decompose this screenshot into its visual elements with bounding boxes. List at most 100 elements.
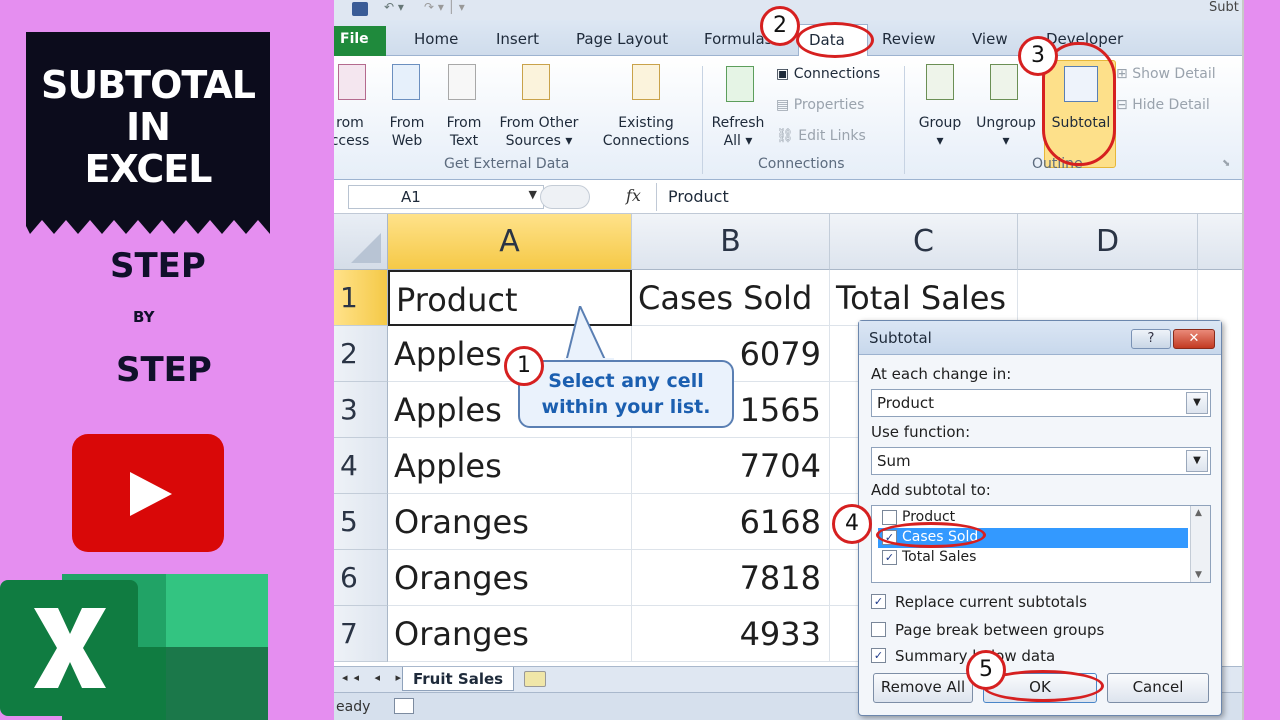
cell-a6[interactable]: Oranges (388, 550, 632, 606)
new-sheet-icon[interactable] (524, 671, 546, 687)
promo-title-line: SUBTOTAL (40, 63, 256, 107)
column-header-b[interactable]: B (632, 214, 830, 270)
cell-b7[interactable]: 4933 (632, 606, 830, 662)
tab-insert[interactable]: Insert (496, 30, 539, 48)
checkbox-product[interactable] (882, 510, 897, 525)
formula-separator (656, 183, 657, 211)
cell-a7[interactable]: Oranges (388, 606, 632, 662)
refresh-line2: All ▾ (723, 133, 753, 149)
cell-a5[interactable]: Oranges (388, 494, 632, 550)
column-header-a[interactable]: A (388, 214, 632, 270)
existing-connections-button[interactable]: Existing Connections (596, 114, 696, 150)
tab-view[interactable]: View (972, 30, 1008, 48)
from-text-button[interactable]: From Text (438, 114, 490, 150)
from-other-sources-button[interactable]: From Other Sources ▾ (494, 114, 584, 150)
tab-file[interactable]: File (334, 26, 386, 56)
row-header-1[interactable]: 1 (334, 270, 388, 326)
connections-button[interactable]: ▣ Connections (776, 66, 880, 82)
callout-pointer (564, 306, 614, 364)
tab-home[interactable]: Home (414, 30, 458, 48)
refresh-line1: Refresh (711, 115, 765, 131)
from-access-button[interactable]: rom ccess (334, 114, 372, 150)
undo-icon[interactable]: ↶ ▾ (384, 0, 404, 14)
column-header-d[interactable]: D (1018, 214, 1198, 270)
column-header-c[interactable]: C (830, 214, 1018, 270)
cell-d1[interactable] (1018, 270, 1198, 326)
cell-c1[interactable]: Total Sales (830, 270, 1018, 326)
youtube-icon[interactable] (72, 434, 224, 552)
formula-input[interactable]: Product (668, 187, 729, 206)
at-each-change-label: At each change in: (871, 365, 1012, 383)
properties-button[interactable]: ▤ Properties (776, 97, 864, 113)
cases-sold-highlight-ring (876, 522, 986, 548)
save-icon[interactable] (352, 2, 368, 16)
text-file-icon (448, 64, 476, 100)
sheet-tab-fruit-sales[interactable]: Fruit Sales (402, 667, 514, 691)
tab-page-layout[interactable]: Page Layout (576, 30, 668, 48)
scroll-down-icon[interactable]: ▼ (1195, 570, 1202, 580)
step-word-bottom: STEP (116, 350, 212, 390)
help-icon[interactable]: ? (1131, 329, 1171, 349)
chevron-down-icon[interactable]: ▼ (1186, 392, 1208, 414)
zigzag-edge (26, 218, 270, 234)
replace-current-label: Replace current subtotals (895, 593, 1087, 611)
refresh-icon (726, 66, 754, 102)
checkbox-page-break[interactable] (871, 622, 886, 637)
page-break-checkbox[interactable]: Page break between groups (871, 621, 1104, 641)
row-header-4[interactable]: 4 (334, 438, 388, 494)
checkbox-replace-current[interactable]: ✓ (871, 594, 886, 609)
list-item-total-sales[interactable]: ✓ Total Sales (878, 548, 976, 568)
row-header-3[interactable]: 3 (334, 382, 388, 438)
scroll-up-icon[interactable]: ▲ (1195, 508, 1202, 518)
hide-detail-label: Hide Detail (1132, 97, 1210, 113)
refresh-all-button[interactable]: Refresh All ▾ (708, 114, 768, 150)
cell-b5[interactable]: 6168 (632, 494, 830, 550)
title-banner: SUBTOTAL IN EXCEL (26, 32, 270, 234)
cell-a4[interactable]: Apples (388, 438, 632, 494)
list-item-label: Total Sales (902, 549, 977, 565)
cancel-button[interactable]: Cancel (1107, 673, 1209, 703)
replace-current-checkbox[interactable]: ✓ Replace current subtotals (871, 593, 1087, 613)
group-button[interactable]: Group ▾ (912, 114, 968, 150)
hide-detail-button[interactable]: ⊟ Hide Detail (1116, 97, 1210, 113)
checkbox-summary-below[interactable]: ✓ (871, 648, 886, 663)
chevron-down-icon[interactable]: ▼ (1186, 450, 1208, 472)
ungroup-label: Ungroup (976, 115, 1036, 131)
dialog-launcher-icon[interactable]: ⬊ (1222, 158, 1230, 169)
subtotal-dialog: Subtotal ? ✕ At each change in: Product … (858, 320, 1222, 716)
name-box[interactable]: A1 ▼ (348, 185, 544, 209)
cell-b4[interactable]: 7704 (632, 438, 830, 494)
checkbox-total-sales[interactable]: ✓ (882, 550, 897, 565)
summary-below-checkbox[interactable]: ✓ Summary below data (871, 647, 1055, 667)
macro-record-icon[interactable] (394, 698, 414, 714)
show-detail-button[interactable]: ⊞ Show Detail (1116, 66, 1216, 82)
from-access-line2: ccess (334, 133, 370, 149)
cell-b6[interactable]: 7818 (632, 550, 830, 606)
list-scrollbar[interactable]: ▲ ▼ (1190, 506, 1210, 582)
from-text-line2: Text (449, 133, 479, 149)
formula-bar-expand[interactable] (540, 185, 590, 209)
ungroup-button[interactable]: Ungroup ▾ (972, 114, 1040, 150)
close-icon[interactable]: ✕ (1173, 329, 1215, 349)
row-header-2[interactable]: 2 (334, 326, 388, 382)
dialog-titlebar[interactable]: Subtotal ? ✕ (859, 321, 1221, 355)
from-web-line1: From (389, 115, 425, 131)
dialog-title: Subtotal (869, 329, 932, 347)
from-web-button[interactable]: From Web (382, 114, 432, 150)
edit-links-button[interactable]: ⛓ Edit Links (776, 128, 866, 144)
remove-all-button[interactable]: Remove All (873, 673, 973, 703)
use-function-select[interactable]: Sum ▼ (871, 447, 1211, 475)
row-header-6[interactable]: 6 (334, 550, 388, 606)
fx-icon[interactable]: fx (626, 186, 641, 205)
use-function-label: Use function: (871, 423, 971, 441)
at-each-change-select[interactable]: Product ▼ (871, 389, 1211, 417)
select-all-corner[interactable] (334, 214, 388, 270)
from-other-line2: Sources ▾ (505, 133, 573, 149)
redo-icon[interactable]: ↷ ▾ │ ▾ (424, 0, 465, 14)
column-header-e[interactable] (1198, 214, 1242, 270)
cell-b1[interactable]: Cases Sold (632, 270, 830, 326)
status-text: eady (336, 699, 371, 715)
row-header-5[interactable]: 5 (334, 494, 388, 550)
row-header-7[interactable]: 7 (334, 606, 388, 662)
tab-review[interactable]: Review (882, 30, 936, 48)
